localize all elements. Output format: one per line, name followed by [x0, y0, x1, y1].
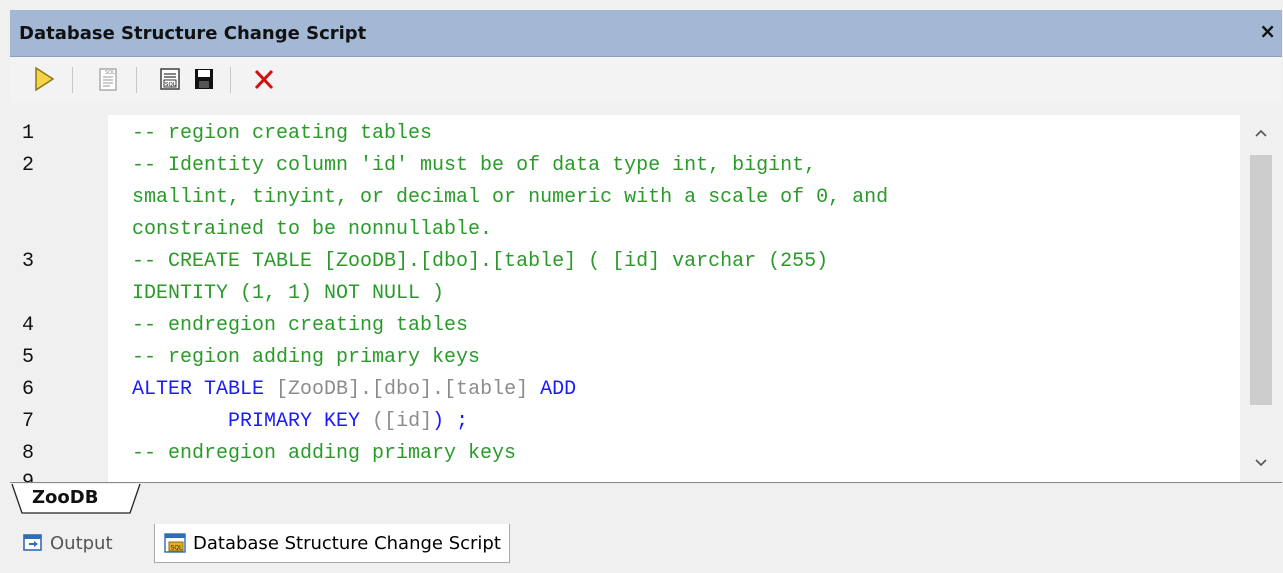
code-area[interactable]: -- region creating tables -- Identity col… [108, 115, 1240, 482]
line-number: 8 [22, 442, 35, 465]
code-token: -- endregion creating tables [132, 314, 469, 337]
code-line: -- CREATE TABLE [ZooDB].[dbo].[table] ( … [132, 246, 828, 278]
code-line: -- region adding primary keys [132, 342, 480, 374]
code-line: smallint, tinyint, or decimal or numeric… [132, 182, 888, 214]
document-tab-strip: ZooDB [10, 482, 1282, 519]
chevron-up-icon [1255, 129, 1267, 137]
toolbar-separator [230, 67, 231, 93]
code-token: -- CREATE TABLE [ZooDB].[dbo].[table] ( … [132, 250, 829, 273]
panel-title: Database Structure Change Script [19, 23, 367, 44]
code-token: ) ; [432, 410, 469, 433]
code-line: constrained to be nonnullable. [132, 214, 492, 246]
line-number: 6 [22, 378, 35, 401]
code-line: -- Identity column 'id' must be of data … [132, 150, 816, 182]
code-token: [ZooDB].[dbo].[table] [276, 378, 529, 401]
sql-document-icon: SQL [99, 68, 117, 91]
code-token: smallint, tinyint, or decimal or numeric… [132, 186, 889, 209]
code-token: PRIMARY KEY [132, 410, 373, 433]
delete-script-button[interactable] [250, 65, 278, 93]
tab-database-structure-change-script[interactable]: SQL Database Structure Change Script [154, 524, 510, 563]
line-number: 3 [22, 250, 35, 273]
line-number-gutter: 1 2 3 4 5 6 7 8 9 [10, 115, 127, 482]
code-line: -- endregion creating tables [132, 310, 468, 342]
code-token: -- region creating tables [132, 122, 433, 145]
code-line: ALTER TABLE [ZooDB].[dbo].[table] ADD [132, 374, 576, 406]
chevron-down-icon [1255, 459, 1267, 467]
output-icon [23, 534, 42, 551]
open-script-in-sql-editor-button[interactable]: SQL [156, 65, 184, 93]
sql-script-editor[interactable]: 1 2 3 4 5 6 7 8 9 -- region creating tab… [10, 115, 1282, 482]
code-token: -- Identity column 'id' must be of data … [132, 154, 817, 177]
code-token: ADD [528, 378, 577, 401]
line-number: 2 [22, 154, 35, 177]
save-icon [195, 69, 213, 89]
code-token: constrained to be nonnullable. [132, 218, 493, 241]
code-token: -- region adding primary keys [132, 346, 481, 369]
toolbar-separator [72, 67, 73, 93]
line-number: 1 [22, 122, 35, 145]
sql-script-tab-icon: SQL [164, 533, 186, 553]
toolbar-separator [136, 67, 137, 93]
svg-text:SQL: SQL [171, 545, 184, 552]
save-script-button[interactable] [190, 65, 218, 93]
code-line: PRIMARY KEY ([id]) ; [132, 406, 468, 438]
scroll-up-button[interactable] [1240, 119, 1282, 147]
svg-text:SQL: SQL [165, 82, 177, 88]
code-line: -- region creating tables [132, 118, 432, 150]
tab-database-structure-change-script-label: Database Structure Change Script [193, 532, 501, 554]
code-line: IDENTITY (1, 1) NOT NULL ) [132, 278, 444, 310]
sql-script-icon: SQL [160, 68, 180, 90]
doc-tab-zoodb[interactable]: ZooDB [18, 483, 112, 513]
code-token: -- endregion adding primary keys [132, 442, 517, 465]
close-icon[interactable]: × [1259, 21, 1276, 41]
code-line: -- endregion adding primary keys [132, 438, 516, 470]
code-token: IDENTITY (1, 1) NOT NULL ) [132, 282, 445, 305]
code-token: ( [372, 410, 385, 433]
line-number: 5 [22, 346, 35, 369]
vertical-scrollbar[interactable] [1240, 115, 1282, 482]
open-in-sql-editor-button[interactable]: SQL [94, 65, 122, 93]
change-script-panel: Database Structure Change Script × SQL S… [10, 10, 1282, 566]
panel-titlebar: Database Structure Change Script × [10, 10, 1282, 57]
line-number: 4 [22, 314, 35, 337]
svg-text:SQL: SQL [105, 70, 115, 76]
tab-output-label: Output [50, 532, 113, 554]
code-token: ALTER TABLE [132, 378, 277, 401]
play-icon [35, 66, 55, 92]
delete-x-icon [254, 69, 274, 90]
tab-output[interactable]: Output [16, 524, 119, 562]
scroll-down-button[interactable] [1240, 449, 1282, 477]
toolbar: SQL SQL [10, 57, 1282, 103]
scroll-thumb[interactable] [1250, 155, 1272, 405]
line-number: 9 [22, 467, 34, 482]
line-number: 7 [22, 410, 35, 433]
code-token: [id] [384, 410, 433, 433]
bottom-tab-bar: Output SQL Database Structure Change Scr… [10, 524, 1282, 566]
execute-script-button[interactable] [30, 65, 58, 93]
